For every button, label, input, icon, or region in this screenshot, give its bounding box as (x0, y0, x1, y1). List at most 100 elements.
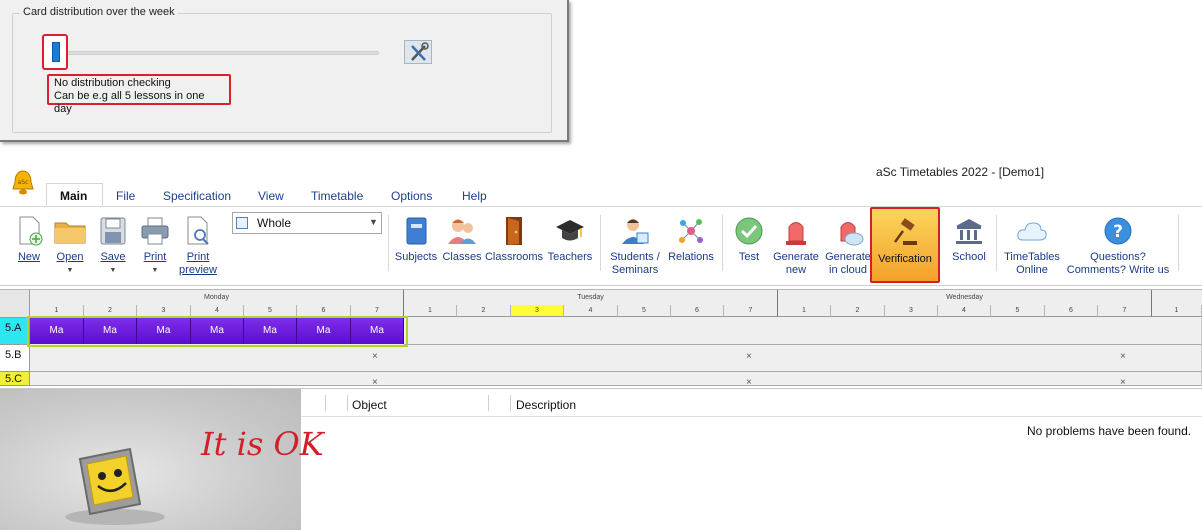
column-header-description[interactable]: Description (516, 398, 576, 412)
day-header-monday: Monday (30, 290, 404, 305)
period-header: 4 (938, 305, 991, 317)
book-icon (406, 217, 427, 245)
questions-label-1: Questions? (1090, 251, 1146, 263)
day-header-wednesday: Wednesday (778, 290, 1152, 305)
column-separator[interactable] (325, 395, 326, 411)
hint-line-2: Can be e.g all 5 lessons in one day (54, 90, 205, 115)
classrooms-button[interactable]: Classrooms (484, 215, 544, 264)
row-header-5a[interactable]: 5.A (0, 318, 30, 345)
period-header: 7 (1098, 305, 1152, 317)
tab-main[interactable]: Main (60, 189, 87, 203)
app-bell-icon[interactable]: aSc (9, 168, 37, 196)
print-label: Print (143, 251, 167, 263)
check-badge-icon (735, 217, 763, 245)
row-header-5b[interactable]: 5.B (0, 345, 30, 372)
unavailable-marker: × (372, 377, 378, 388)
verification-button[interactable]: Verification (870, 207, 940, 283)
test-button[interactable]: Test (732, 215, 766, 264)
save-button[interactable]: Save ▼ (96, 215, 130, 277)
classes-button[interactable]: Classes (441, 215, 483, 264)
column-header-object[interactable]: Object (352, 398, 387, 412)
verification-label: Verification (878, 253, 932, 265)
generate-in-cloud-button[interactable]: Generate in cloud (823, 215, 873, 277)
relations-button[interactable]: Relations (665, 215, 717, 264)
questions-button[interactable]: ? Questions? Comments? Write us (1062, 215, 1174, 277)
generate-new-label-1: Generate (773, 251, 819, 263)
table-icon (236, 217, 248, 229)
door-icon (506, 217, 522, 245)
row-5c-cells[interactable] (30, 372, 1202, 386)
new-button[interactable]: New (12, 215, 46, 264)
school-button[interactable]: School (948, 215, 990, 264)
timetables-online-label-2: Online (1016, 264, 1048, 276)
tab-options[interactable]: Options (391, 189, 432, 203)
tab-specification[interactable]: Specification (163, 189, 231, 203)
tab-view[interactable]: View (258, 189, 284, 203)
open-button[interactable]: Open ▼ (53, 215, 87, 277)
row-5b-cells[interactable] (30, 345, 1202, 372)
subjects-button[interactable]: Subjects (393, 215, 439, 264)
handwritten-note: It is OK (201, 425, 324, 463)
unavailable-marker: × (1120, 351, 1126, 362)
cloud-siren-icon (840, 222, 864, 246)
print-button[interactable]: Print ▼ (138, 215, 172, 277)
relations-network-icon (679, 219, 703, 243)
tools-icon[interactable] (404, 40, 432, 64)
distribution-slider-highlight (42, 34, 68, 70)
period-header: 2 (457, 305, 511, 317)
generate-cloud-label-1: Generate (825, 251, 871, 263)
save-label: Save (100, 251, 126, 263)
students-seminars-button[interactable]: Students / Seminars (606, 215, 664, 277)
ribbon-separator (600, 215, 601, 271)
tab-file[interactable]: File (116, 189, 135, 203)
distribution-slider-thumb[interactable] (52, 42, 60, 62)
distribution-slider-track[interactable] (66, 51, 379, 55)
relations-label: Relations (668, 251, 714, 263)
printer-icon (141, 217, 169, 245)
students-label-2: Seminars (611, 264, 659, 276)
teachers-button[interactable]: Teachers (546, 215, 594, 264)
print-dropdown-icon[interactable]: ▼ (138, 264, 172, 277)
grid-corner (0, 290, 30, 318)
card-distribution-dialog: Card distribution over the week No distr… (0, 0, 569, 142)
timetables-online-label-1: TimeTables (1004, 251, 1060, 263)
tab-timetable[interactable]: Timetable (311, 189, 363, 203)
period-header: 1 (1152, 305, 1202, 317)
print-preview-label-1: Print (186, 251, 210, 263)
unavailable-marker: × (1120, 377, 1126, 388)
siren-icon (786, 222, 806, 245)
class-students-icon (448, 219, 476, 244)
help-question-icon: ? (1104, 217, 1132, 245)
column-separator[interactable] (488, 395, 489, 411)
test-label: Test (738, 251, 760, 263)
teachers-label: Teachers (547, 251, 593, 263)
view-select[interactable]: Whole ▼ (232, 212, 382, 234)
hint-line-1: No distribution checking (54, 77, 171, 89)
ribbon-separator (722, 215, 723, 271)
column-separator[interactable] (510, 395, 511, 411)
period-header: 7 (724, 305, 778, 317)
print-preview-label-2: preview (179, 264, 217, 276)
day-header-tuesday: Tuesday (404, 290, 778, 305)
chevron-down-icon[interactable]: ▼ (369, 217, 378, 227)
save-dropdown-icon[interactable]: ▼ (96, 264, 130, 277)
new-label: New (17, 251, 40, 263)
open-dropdown-icon[interactable]: ▼ (53, 264, 87, 277)
print-preview-button[interactable]: Print preview (176, 215, 220, 277)
row-5a-empty-cells[interactable] (404, 318, 1202, 345)
timetables-online-button[interactable]: TimeTables Online (1002, 215, 1062, 277)
period-header: 6 (1045, 305, 1098, 317)
svg-text:aSc: aSc (18, 179, 29, 186)
timetable-grid: Monday Tuesday Wednesday 1 2 3 4 5 6 7 1… (0, 289, 1202, 388)
generate-new-button[interactable]: Generate new (770, 215, 822, 277)
tab-help[interactable]: Help (462, 189, 487, 203)
column-separator[interactable] (347, 395, 348, 411)
unavailable-marker: × (746, 351, 752, 362)
no-problems-message: No problems have been found. (1027, 424, 1192, 438)
period-header: 5 (618, 305, 671, 317)
folder-icon (54, 222, 86, 244)
row-header-5c[interactable]: 5.C (0, 372, 30, 386)
school-building-icon (956, 219, 982, 244)
school-label: School (952, 251, 986, 263)
period-header: 2 (831, 305, 885, 317)
